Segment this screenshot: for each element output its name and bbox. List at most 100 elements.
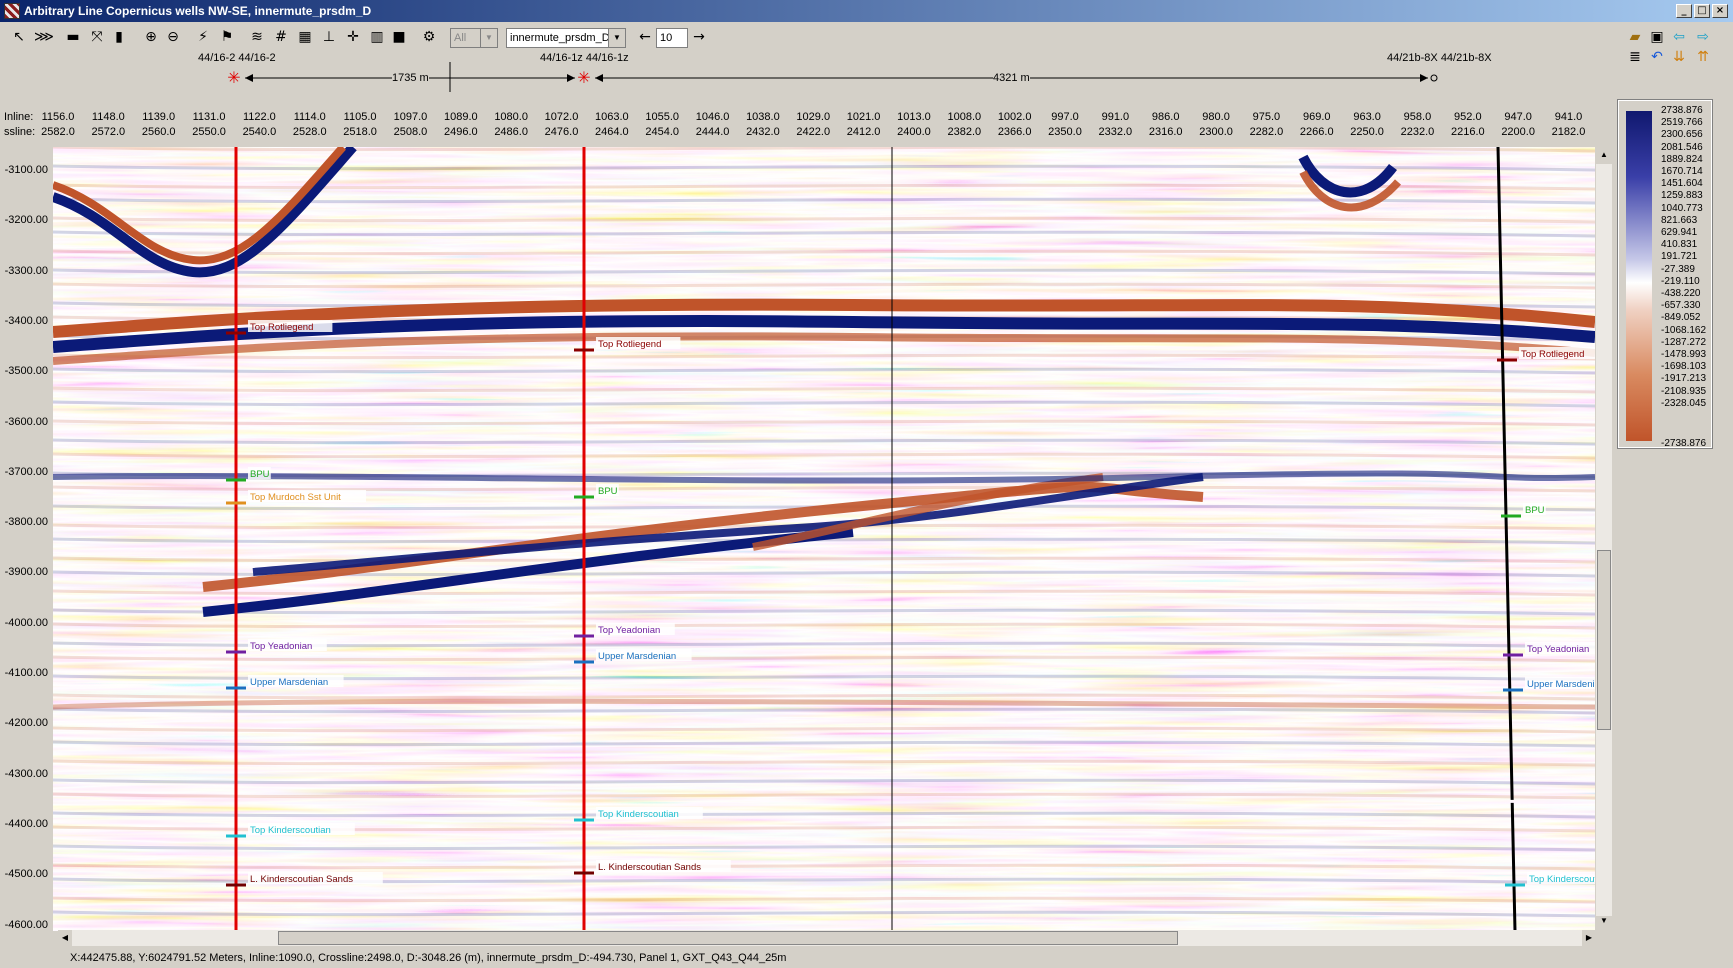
layers-icon[interactable]: ≣ <box>1626 48 1644 66</box>
scroll-up-icon[interactable]: ▲ <box>1596 150 1612 164</box>
colorbar-value: -2108.935 <box>1661 385 1707 397</box>
flag-icon[interactable]: ⚑ <box>218 28 236 46</box>
undo-icon[interactable]: ↶ <box>1648 48 1666 66</box>
inline-tick: 1055.0 <box>645 111 680 123</box>
scroll-left-icon[interactable]: ◀ <box>58 930 72 946</box>
colorbar-value: -657.330 <box>1661 300 1701 312</box>
colorbar-value: -2738.876 <box>1661 437 1707 449</box>
status-bar: X:442475.88, Y:6024791.52 Meters, Inline… <box>0 948 1733 968</box>
inline-tick: 1105.0 <box>343 111 377 123</box>
crossline-tick: 2350.0 <box>1048 126 1082 138</box>
crossline-tick: 2250.0 <box>1350 126 1384 138</box>
open-folder-icon[interactable]: ▰ <box>1626 28 1644 46</box>
pick-icon[interactable]: ⤧ <box>88 28 106 46</box>
well-pick-label: L. Kinderscoutian Sands <box>598 862 701 873</box>
vertical-scrollbar[interactable]: ▲ ▼ <box>1596 150 1612 930</box>
inline-tick: 1156.0 <box>41 111 75 123</box>
grid-icon[interactable]: # <box>272 28 290 46</box>
crossline-tick: 2282.0 <box>1249 126 1284 138</box>
depth-tick: -3300.00 <box>4 264 48 277</box>
colorbar-value: 1040.773 <box>1661 202 1703 214</box>
amplitude-colorbar: 2738.876 2519.766 2300.656 2081.546 1889.824… <box>1617 99 1713 449</box>
scroll-right-icon[interactable]: ▶ <box>1582 930 1596 946</box>
depth-tick: -3400.00 <box>4 314 48 327</box>
toolbar: ↖ ⋙ ▬ ⤧ ▮ ⊕ ⊖ ⚡ ⚑ ≋ # ▦ ⊥ ✛ ▥ ■ ⚙ All ▼ i… <box>0 24 1733 65</box>
chevron-down-icon[interactable]: ▼ <box>480 29 497 47</box>
horizontal-scrollbar[interactable]: ◀ ▶ <box>58 930 1596 946</box>
crossline-tick: 2316.0 <box>1148 126 1183 138</box>
seismic-section[interactable]: Top Rotliegend BPU Top Murdoch Sst Unit Top… <box>53 147 1595 931</box>
crossline-tick: 2508.0 <box>393 126 428 138</box>
well-distance-bar: ✳ ✳ <box>227 62 1438 92</box>
step-input[interactable]: 10 <box>656 28 688 48</box>
maximize-button[interactable]: □ <box>1694 4 1710 18</box>
back-icon[interactable]: ⇦ <box>1670 28 1688 46</box>
well-pick-label: Top Kinderscoutian <box>598 809 679 820</box>
fault-icon[interactable]: ⚡ <box>194 28 212 46</box>
crossline-tick: 2540.0 <box>242 126 277 138</box>
seismic-canvas[interactable]: Top Rotliegend BPU Top Murdoch Sst Unit Top… <box>53 147 1595 931</box>
minimize-button[interactable]: _ <box>1676 4 1692 18</box>
horizon-icon[interactable]: ≋ <box>248 28 266 46</box>
inline-tick: 1114.0 <box>293 111 326 123</box>
colorbar-value: 2519.766 <box>1661 117 1703 129</box>
colorbar-value: -1917.213 <box>1661 373 1707 385</box>
volume-select[interactable]: innermute_prsdm_D ▼ <box>506 28 626 48</box>
pointer-icon[interactable]: ↖ <box>10 28 28 46</box>
scroll-down-icon[interactable]: ▼ <box>1596 916 1612 930</box>
inline-tick: 1002.0 <box>997 111 1032 123</box>
inline-tick: 1139.0 <box>142 111 176 123</box>
crossline-tick: 2216.0 <box>1450 126 1485 138</box>
horizontal-scroll-thumb[interactable] <box>278 931 1178 945</box>
close-button[interactable]: × <box>1712 4 1728 18</box>
inline-tick: 952.0 <box>1454 111 1482 123</box>
inline-tick: 1063.0 <box>595 111 629 123</box>
zoom-out-icon[interactable]: ⊖ <box>164 28 182 46</box>
panel-icon[interactable]: ▥ <box>368 28 386 46</box>
well-pick-label: Upper Marsdenian <box>250 677 328 688</box>
well-icon[interactable]: ⊥ <box>320 28 338 46</box>
depth-tick: -3100.00 <box>4 164 48 176</box>
crossline-tick: 2464.0 <box>595 126 629 138</box>
stop-icon[interactable]: ■ <box>390 28 408 46</box>
save-icon[interactable]: ▣ <box>1648 28 1666 46</box>
chevron-down-icon[interactable]: ▼ <box>608 29 625 47</box>
colorbar-value: 2081.546 <box>1661 141 1703 153</box>
colorbar-value: -1698.103 <box>1661 361 1707 373</box>
inline-tick: 941.0 <box>1554 111 1583 123</box>
colorbar-value: -2328.045 <box>1661 397 1707 409</box>
well-pick-label: Top Rotliegend <box>1521 349 1584 360</box>
forward-icon[interactable]: ⇨ <box>1694 28 1712 46</box>
table-icon[interactable]: ▦ <box>296 28 314 46</box>
crossline-tick: 2528.0 <box>292 126 327 138</box>
sort-up-icon[interactable]: ⇈ <box>1694 48 1712 66</box>
ruler-icon[interactable]: ▬ <box>64 28 82 46</box>
colorbar-icon[interactable]: ▮ <box>110 28 128 46</box>
inline-tick: 980.0 <box>1202 111 1230 123</box>
inline-tick: 1008.0 <box>947 111 982 123</box>
inline-tick: 969.0 <box>1302 111 1331 123</box>
inline-tick: 1080.0 <box>494 111 528 123</box>
multi-select-icon[interactable]: ⋙ <box>34 28 54 46</box>
colorbar-value: 2738.876 <box>1661 105 1703 116</box>
crossline-tick: 2518.0 <box>343 126 377 138</box>
crossline-tick: 2496.0 <box>443 126 478 138</box>
colorbar-value: 629.941 <box>1661 227 1698 238</box>
settings-icon[interactable]: ⚙ <box>420 28 438 46</box>
arrow-left-icon[interactable]: ← <box>636 28 654 46</box>
zoom-in-icon[interactable]: ⊕ <box>142 28 160 46</box>
well-pick-label: BPU <box>250 469 270 480</box>
crossline-tick: 2572.0 <box>91 126 126 138</box>
well-pick-label: Top Yeadonian <box>1527 644 1589 655</box>
sort-down-icon[interactable]: ⇊ <box>1670 48 1688 66</box>
distance-label-1: 1735 m <box>392 72 429 84</box>
arrow-right-icon[interactable]: → <box>690 28 708 46</box>
crossline-tick: 2444.0 <box>695 126 730 138</box>
colorbar-value: 191.721 <box>1661 251 1698 263</box>
filter-select[interactable]: All ▼ <box>450 28 498 48</box>
crossline-tick: 2454.0 <box>645 126 680 138</box>
inline-tick: 958.0 <box>1403 111 1432 123</box>
vertical-scroll-thumb[interactable] <box>1597 550 1611 730</box>
depth-tick: -4300.00 <box>4 767 48 780</box>
crosshair-icon[interactable]: ✛ <box>344 28 362 46</box>
